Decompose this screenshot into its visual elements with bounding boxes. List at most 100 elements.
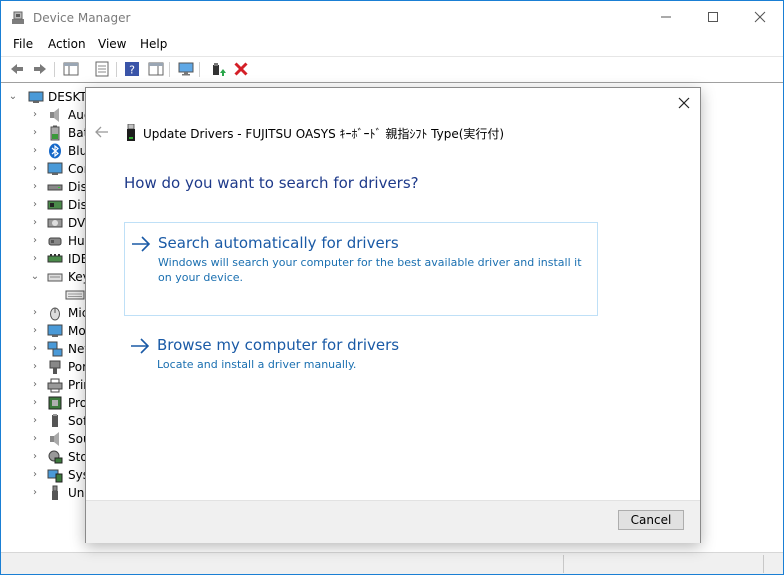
battery-icon	[50, 125, 60, 141]
action-pane-button[interactable]	[147, 60, 165, 78]
update-drivers-dialog: Update Drivers - FUJITSU OASYS ｷｰﾎﾞｰﾄﾞ 親…	[85, 87, 701, 543]
dialog-back-button[interactable]	[94, 125, 110, 139]
mice-icon	[50, 307, 60, 321]
expand-chevron-icon[interactable]: ›	[29, 361, 41, 373]
expand-chevron-icon[interactable]: ›	[29, 181, 41, 193]
cancel-button[interactable]: Cancel	[618, 510, 684, 530]
usb-controller-icon	[52, 485, 58, 500]
audio-icon	[50, 108, 59, 122]
toolbar-separator	[54, 62, 55, 77]
storage-controller-icon	[48, 450, 63, 464]
maximize-button[interactable]	[690, 1, 736, 33]
software-device-icon	[52, 414, 58, 427]
sound-icon	[50, 432, 59, 446]
arrow-right-icon	[131, 338, 150, 354]
window-title: Device Manager	[33, 11, 131, 25]
browse-computer-title: Browse my computer for drivers	[157, 336, 400, 354]
expand-chevron-icon[interactable]: ›	[29, 307, 41, 319]
scan-hardware-changes-button[interactable]	[177, 60, 195, 78]
expand-chevron-icon[interactable]: ›	[29, 379, 41, 391]
minimize-icon	[661, 16, 671, 18]
show-hide-console-tree-button[interactable]	[62, 60, 80, 78]
arrow-right-icon	[132, 236, 151, 252]
menu-view[interactable]: View	[98, 37, 126, 51]
browse-computer-option[interactable]: Browse my computer for drivers Locate an…	[124, 326, 596, 376]
back-button[interactable]	[8, 60, 26, 78]
expand-chevron-icon[interactable]: ›	[29, 343, 41, 355]
back-arrow-icon	[11, 64, 23, 74]
dialog-footer: Cancel	[86, 500, 700, 543]
expand-chevron-icon[interactable]: ›	[29, 217, 41, 229]
expand-chevron-icon[interactable]: ›	[29, 469, 41, 481]
close-button[interactable]	[737, 1, 783, 33]
search-automatically-option[interactable]: Search automatically for drivers Windows…	[124, 222, 598, 316]
usb-device-icon	[127, 124, 135, 141]
ide-controller-icon	[47, 254, 63, 263]
hid-icon	[48, 237, 62, 246]
update-driver-button[interactable]	[209, 60, 227, 78]
properties-button[interactable]	[93, 60, 111, 78]
expand-chevron-icon[interactable]: ›	[29, 253, 41, 265]
expand-chevron-icon[interactable]: ›	[29, 415, 41, 427]
status-bar	[1, 552, 783, 574]
disk-drive-icon	[47, 184, 63, 191]
computer-icon	[47, 162, 63, 175]
ports-icon	[49, 360, 61, 374]
expand-chevron-icon[interactable]: ›	[29, 127, 41, 139]
expand-chevron-icon[interactable]: ›	[29, 433, 41, 445]
forward-arrow-icon	[34, 64, 46, 74]
expand-chevron-icon[interactable]: ›	[29, 487, 41, 499]
collapse-chevron-icon[interactable]: ⌄	[7, 91, 19, 103]
toolbar-separator	[116, 62, 117, 77]
bluetooth-icon	[49, 143, 61, 159]
collapse-chevron-icon[interactable]: ⌄	[29, 271, 41, 283]
back-arrow-icon	[95, 126, 108, 138]
monitor-icon	[47, 324, 63, 337]
system-device-icon	[47, 469, 63, 483]
maximize-icon	[708, 12, 718, 22]
toolbar: ?	[1, 57, 783, 81]
browse-computer-description: Locate and install a driver manually.	[157, 358, 357, 371]
computer-icon	[28, 91, 44, 103]
close-icon	[754, 11, 766, 23]
svg-text:?: ?	[129, 64, 135, 77]
minimize-button[interactable]	[643, 1, 689, 33]
expand-chevron-icon[interactable]: ›	[29, 325, 41, 337]
menu-action[interactable]: Action	[48, 37, 86, 51]
menu-file[interactable]: File	[13, 37, 33, 51]
action-pane-icon	[148, 62, 164, 76]
processor-icon	[48, 396, 62, 410]
help-button[interactable]: ?	[123, 60, 141, 78]
close-icon	[678, 97, 690, 109]
expand-chevron-icon[interactable]: ›	[29, 109, 41, 121]
search-automatically-title: Search automatically for drivers	[158, 234, 399, 252]
menu-bar: File Action View Help	[1, 35, 783, 55]
keyboard-icon	[47, 273, 63, 282]
print-queue-icon	[47, 378, 63, 393]
keyboard-device-icon	[65, 290, 85, 300]
search-question-heading: How do you want to search for drivers?	[124, 174, 419, 192]
expand-chevron-icon[interactable]: ›	[29, 397, 41, 409]
uninstall-x-icon	[234, 62, 248, 76]
status-divider	[763, 555, 764, 573]
tree-item-label: Mo	[68, 324, 86, 338]
status-divider	[563, 555, 564, 573]
network-adapter-icon	[47, 341, 63, 357]
dvd-drive-icon	[47, 218, 63, 228]
forward-button[interactable]	[31, 60, 49, 78]
properties-icon	[95, 61, 109, 77]
scan-monitor-icon	[178, 62, 194, 76]
device-manager-app-icon	[12, 11, 24, 24]
menu-help[interactable]: Help	[140, 37, 167, 51]
expand-chevron-icon[interactable]: ›	[29, 235, 41, 247]
expand-chevron-icon[interactable]: ›	[29, 451, 41, 463]
search-automatically-description: Windows will search your computer for th…	[158, 256, 582, 284]
uninstall-device-button[interactable]	[232, 60, 250, 78]
expand-chevron-icon[interactable]: ›	[29, 145, 41, 157]
help-icon: ?	[125, 62, 139, 77]
expand-chevron-icon[interactable]: ›	[29, 163, 41, 175]
toolbar-separator	[169, 62, 170, 77]
dialog-close-button[interactable]	[674, 94, 694, 112]
console-tree-icon	[63, 62, 79, 76]
expand-chevron-icon[interactable]: ›	[29, 199, 41, 211]
